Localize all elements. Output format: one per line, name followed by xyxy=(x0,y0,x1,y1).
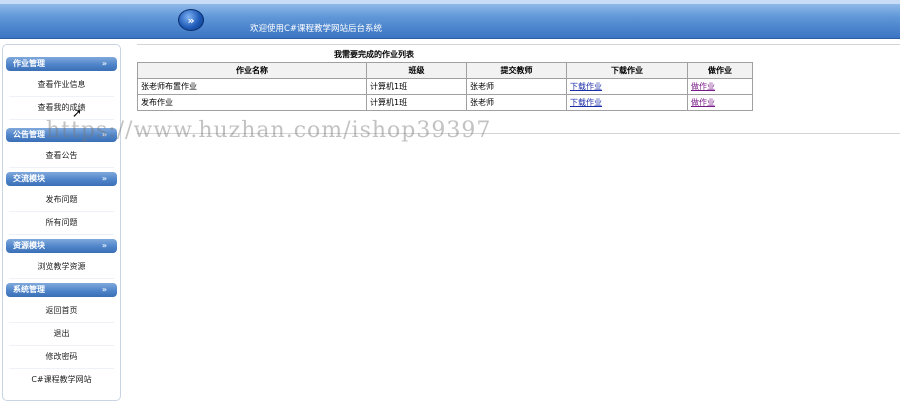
menu-head-resources[interactable]: 资源模块 » xyxy=(6,239,117,253)
homework-table: 作业名称 班级 提交教师 下载作业 做作业 张老师布置作业 计算机1班 张老师 … xyxy=(137,62,753,111)
table-row: 张老师布置作业 计算机1班 张老师 下载作业 做作业 xyxy=(137,78,753,95)
download-homework-link[interactable]: 下载作业 xyxy=(570,98,602,107)
menu-group-exchange: 交流模块 » 发布问题 所有问题 xyxy=(3,172,120,235)
cell-class: 计算机1班 xyxy=(366,94,467,111)
header-title: 欢迎使用C#课程教学网站后台系统 xyxy=(250,24,383,34)
table-title: 我需要完成的作业列表 xyxy=(334,50,414,59)
header-top-line xyxy=(0,0,900,4)
chevron-down-icon: » xyxy=(101,59,107,68)
column-header: 下载作业 xyxy=(566,62,688,79)
menu-head-label: 作业管理 xyxy=(13,59,45,68)
sidebar-item-browse-resources[interactable]: 浏览教学资源 xyxy=(9,256,114,279)
sidebar-item-view-homework[interactable]: 查看作业信息 xyxy=(9,74,114,97)
sidebar-item-all-questions[interactable]: 所有问题 xyxy=(9,212,114,235)
cell-do: 做作业 xyxy=(687,78,753,95)
sidebar-item-post-question[interactable]: 发布问题 xyxy=(9,189,114,212)
mouse-pointer-icon: ➚ xyxy=(72,106,83,120)
menu-head-label: 交流模块 xyxy=(13,174,45,183)
menu-head-homework[interactable]: 作业管理 » xyxy=(6,57,117,71)
sidebar-item-change-password[interactable]: 修改密码 xyxy=(9,346,114,369)
logo-icon[interactable]: » xyxy=(178,9,204,31)
cell-homework-name: 张老师布置作业 xyxy=(137,78,367,95)
column-header: 提交教师 xyxy=(466,62,567,79)
menu-group-resources: 资源模块 » 浏览教学资源 xyxy=(3,239,120,279)
menu-group-system: 系统管理 » 返回首页 退出 修改密码 C#课程教学网站 xyxy=(3,283,120,391)
cell-class: 计算机1班 xyxy=(366,78,467,95)
chevron-down-icon: » xyxy=(101,174,107,183)
sidebar-item-view-notice[interactable]: 查看公告 xyxy=(9,145,114,168)
cell-download: 下载作业 xyxy=(566,94,688,111)
menu-head-system[interactable]: 系统管理 » xyxy=(6,283,117,297)
sidebar-item-my-grades[interactable]: 查看我的成绩 xyxy=(9,97,114,120)
menu-head-label: 公告管理 xyxy=(13,130,45,139)
menu-group-homework: 作业管理 » 查看作业信息 查看我的成绩 xyxy=(3,57,120,120)
menu-head-label: 系统管理 xyxy=(13,285,45,294)
download-homework-link[interactable]: 下载作业 xyxy=(570,82,602,91)
sidebar-item-home[interactable]: 返回首页 xyxy=(9,300,114,323)
menu-head-exchange[interactable]: 交流模块 » xyxy=(6,172,117,186)
cell-do: 做作业 xyxy=(687,94,753,111)
cell-teacher: 张老师 xyxy=(466,78,567,95)
column-header: 做作业 xyxy=(687,62,753,79)
watermark-text: https://www.huzhan.com/ishop39397 xyxy=(46,118,492,143)
cell-download: 下载作业 xyxy=(566,78,688,95)
cell-homework-name: 发布作业 xyxy=(137,94,367,111)
column-header: 班级 xyxy=(366,62,467,79)
column-header: 作业名称 xyxy=(137,62,367,79)
table-header-row: 作业名称 班级 提交教师 下载作业 做作业 xyxy=(137,62,753,79)
sidebar-item-site[interactable]: C#课程教学网站 xyxy=(9,369,114,391)
header-bar: » 欢迎使用C#课程教学网站后台系统 xyxy=(0,0,900,39)
chevron-down-icon: » xyxy=(101,285,107,294)
cell-teacher: 张老师 xyxy=(466,94,567,111)
do-homework-link[interactable]: 做作业 xyxy=(691,82,715,91)
chevron-down-icon: » xyxy=(101,241,107,250)
do-homework-link[interactable]: 做作业 xyxy=(691,98,715,107)
sidebar-item-logout[interactable]: 退出 xyxy=(9,323,114,346)
menu-head-label: 资源模块 xyxy=(13,241,45,250)
sidebar: 作业管理 » 查看作业信息 查看我的成绩 公告管理 » 查看公告 交流模块 » … xyxy=(2,44,121,401)
table-row: 发布作业 计算机1班 张老师 下载作业 做作业 xyxy=(137,94,753,111)
